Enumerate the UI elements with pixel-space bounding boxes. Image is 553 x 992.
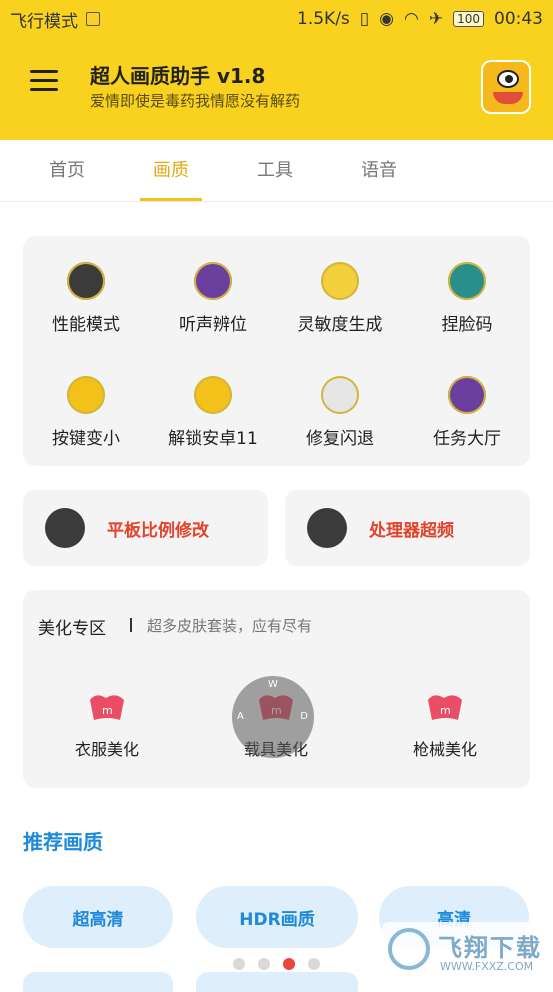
menu-icon[interactable] <box>30 70 58 92</box>
beauty-heading: 美化专区 <box>38 619 106 639</box>
gameboy-icon <box>194 262 232 300</box>
pager-dot[interactable] <box>233 958 245 970</box>
tablet-ratio-card[interactable]: 平板比例修改 <box>23 490 268 566</box>
grid-item-label: 灵敏度生成 <box>297 315 383 335</box>
tool-grid: 性能模式 听声辨位 灵敏度生成 捏脸码 按键变小 解锁安卓11 修复闪退 任务大… <box>23 236 530 466</box>
joystick-right-label: D <box>300 711 308 722</box>
app-title: 超人画质助手 v1.8 <box>90 64 266 88</box>
grid-item-label: 任务大厅 <box>433 429 501 449</box>
beauty-item-label: 枪械美化 <box>412 740 477 759</box>
app-subtitle: 爱情即使是毒药我情愿没有解药 <box>90 92 301 110</box>
phone-icon <box>194 376 232 414</box>
feature-label: 处理器超频 <box>369 520 454 541</box>
tab-home[interactable]: 首页 <box>15 140 119 201</box>
eye-icon: ◉ <box>379 9 394 29</box>
grid-item-label: 性能模式 <box>52 315 120 335</box>
airplane-mode-label: 飞行模式 <box>10 11 78 32</box>
grid-item-crash-fix[interactable]: 修复闪退 <box>277 376 403 449</box>
quality-option-row2[interactable] <box>196 972 358 992</box>
image-notification-icon <box>86 12 100 26</box>
tab-tools[interactable]: 工具 <box>223 140 327 201</box>
watermark-url: WWW.FXXZ.COM <box>440 960 534 973</box>
tab-voice[interactable]: 语音 <box>327 140 431 201</box>
joystick-up-label: W <box>268 679 278 690</box>
sushi-icon <box>321 376 359 414</box>
grid-item-task-hall[interactable]: 任务大厅 <box>404 376 530 449</box>
skin-logo-icon: m <box>424 690 466 726</box>
svg-text:m: m <box>440 704 451 717</box>
feature-label: 平板比例修改 <box>107 520 209 541</box>
cherry-icon <box>67 262 105 300</box>
battery-indicator: 100 <box>453 11 484 27</box>
pager-dot[interactable] <box>308 958 320 970</box>
beauty-subheading: 超多皮肤套装，应有尽有 <box>147 617 313 635</box>
skin-logo-icon: m <box>86 690 128 726</box>
watermark-text: 飞翔下载 <box>438 934 542 962</box>
clock: 00:43 <box>494 9 543 29</box>
network-speed: 1.5K/s <box>297 9 350 29</box>
quality-option-ultra[interactable]: 超高清 <box>23 886 173 948</box>
grid-item-label: 捏脸码 <box>441 315 493 335</box>
pager-dots <box>233 958 320 970</box>
grid-item-performance[interactable]: 性能模式 <box>23 262 149 335</box>
cinema-icon <box>448 376 486 414</box>
grid-item-face-code[interactable]: 捏脸码 <box>404 262 530 335</box>
beauty-item-clothes[interactable]: m 衣服美化 <box>47 690 167 760</box>
divider <box>130 618 132 632</box>
grid-item-sensitivity[interactable]: 灵敏度生成 <box>277 262 403 335</box>
grid-item-key-size[interactable]: 按键变小 <box>23 376 149 449</box>
watermark-logo: 飞翔下载 WWW.FXXZ.COM <box>382 922 553 983</box>
grid-item-label: 修复闪退 <box>306 429 374 449</box>
grid-item-label: 听声辨位 <box>179 315 247 335</box>
mascot-avatar-icon[interactable] <box>481 60 531 114</box>
watermark-ring-icon <box>388 928 430 970</box>
tab-quality[interactable]: 画质 <box>119 140 223 201</box>
joystick-left-label: A <box>237 711 244 722</box>
svg-text:m: m <box>102 704 113 717</box>
grid-item-label: 解锁安卓11 <box>168 429 258 449</box>
plant-icon <box>45 508 85 548</box>
grid-item-sound[interactable]: 听声辨位 <box>150 262 276 335</box>
beauty-item-weapon[interactable]: m 枪械美化 <box>385 690 505 760</box>
quality-option-row2[interactable] <box>23 972 173 992</box>
test-tube-icon <box>448 262 486 300</box>
airplane-icon: ✈ <box>428 9 444 29</box>
tab-bar: 首页 画质 工具 语音 <box>0 140 553 202</box>
pager-dot-active[interactable] <box>283 958 295 970</box>
wifi-icon: ◠ <box>404 9 419 29</box>
status-bar: 飞行模式 1.5K/s ▯ ◉ ◠ ✈ 100 00:43 <box>0 0 553 38</box>
app-header: 超人画质助手 v1.8 爱情即使是毒药我情愿没有解药 <box>0 38 553 140</box>
grid-item-label: 按键变小 <box>52 429 120 449</box>
recommend-title: 推荐画质 <box>23 830 103 854</box>
grid-item-android11[interactable]: 解锁安卓11 <box>150 376 276 449</box>
cpu-overclock-card[interactable]: 处理器超频 <box>285 490 530 566</box>
vibrate-icon: ▯ <box>359 9 370 29</box>
joystick-overlay[interactable]: W A D <box>232 676 314 758</box>
rocket-icon <box>307 508 347 548</box>
spider-icon <box>67 376 105 414</box>
quality-option-hdr[interactable]: HDR画质 <box>196 886 358 948</box>
pager-dot[interactable] <box>258 958 270 970</box>
beauty-item-label: 衣服美化 <box>74 740 139 759</box>
camera-icon <box>321 262 359 300</box>
